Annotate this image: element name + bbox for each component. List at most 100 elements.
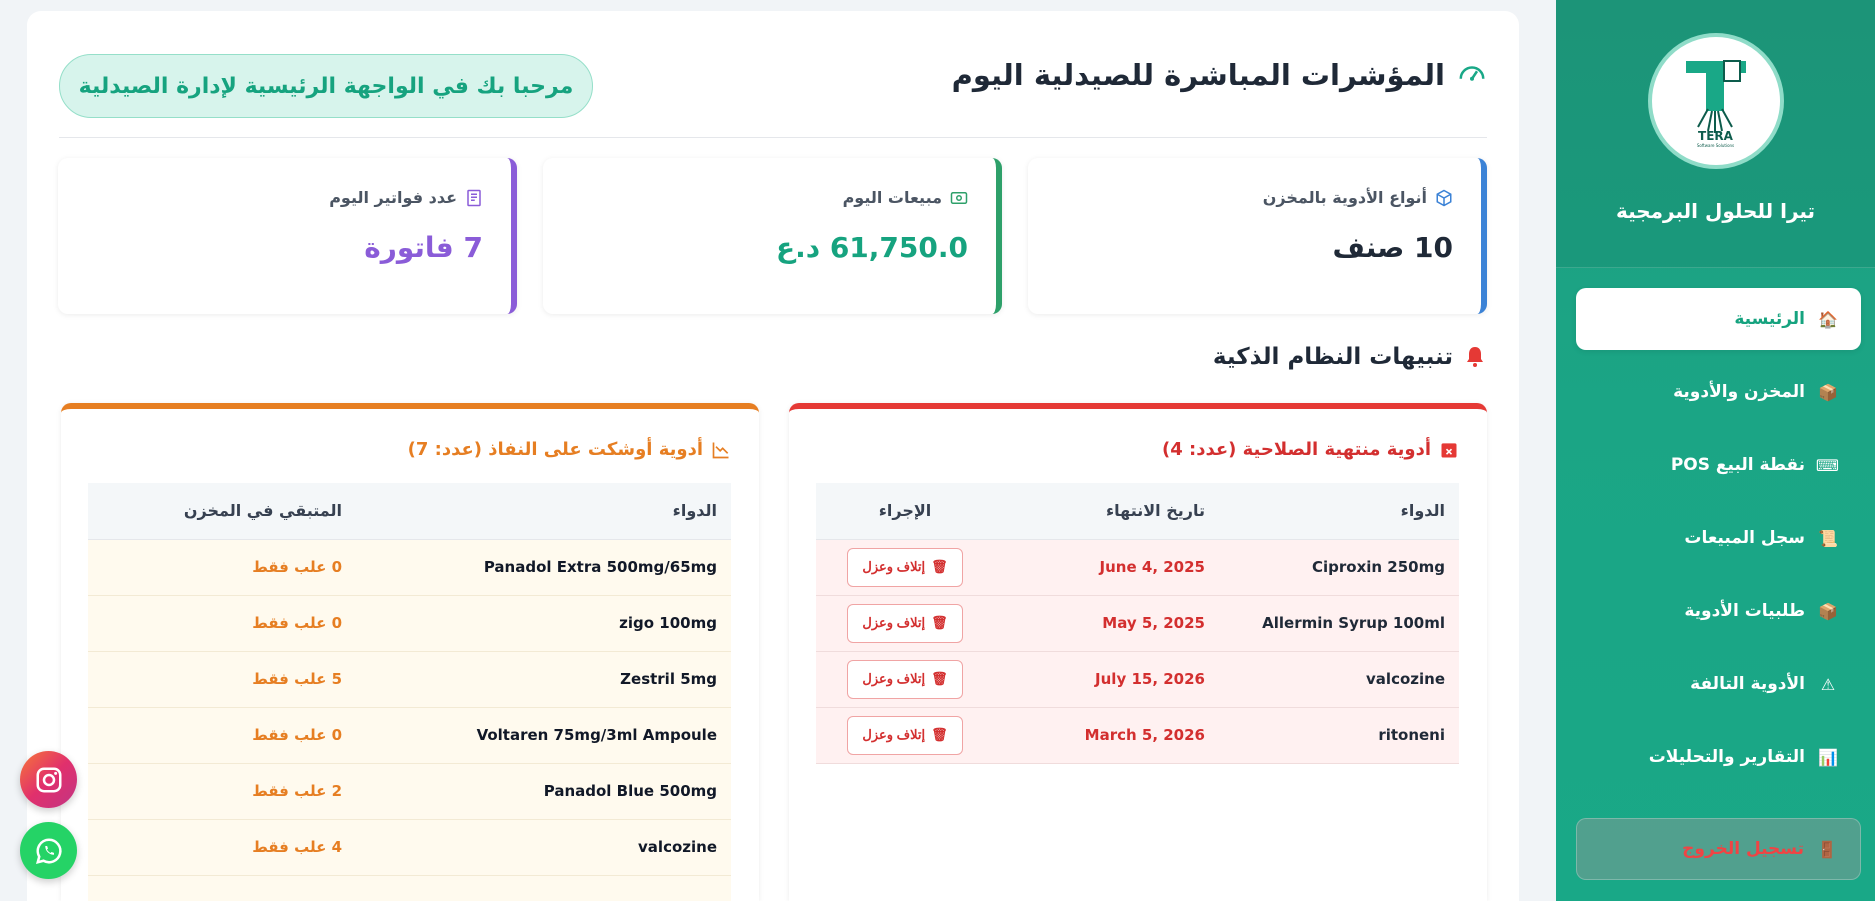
trash-icon: 🗑 [931,559,948,574]
column-header-remaining: المتبقي في المخزن [88,483,356,540]
low-stock-table: الدواء المتبقي في المخزن Panadol Extra 5… [88,483,731,901]
logout-button[interactable]: 🚪 تسجيل الخروج [1576,818,1861,880]
sidebar-item-label: نقطة البيع POS [1670,455,1805,475]
sidebar-header: TERA Software Solutions تيرا للحلول البر… [1556,0,1875,268]
speedometer-icon [1459,66,1485,81]
trending-down-icon [712,442,729,458]
sidebar-item-pos[interactable]: ⌨ نقطة البيع POS [1576,434,1861,496]
table-row: Panadol Blue 500mg 2 علب فقط [88,763,731,820]
stat-card-daily-invoices: عدد فواتير اليوم 7 فاتورة [58,158,517,314]
brand-logo: TERA Software Solutions [1647,33,1784,169]
stat-card-daily-sales: مبيعات اليوم 61,750.0 د.ع [543,158,1002,314]
trash-icon: 🗑 [931,727,948,742]
drug-name: ritoneni [1219,707,1459,764]
keyboard-icon: ⌨ [1815,455,1839,475]
package-icon: 📦 [1818,382,1838,402]
table-header-row: الدواء المتبقي في المخزن [88,483,731,540]
dashboard-header: المؤشرات المباشرة للصيدلية اليوم مرحبا ب… [59,36,1487,138]
cash-icon [950,191,968,204]
trash-icon: 🗑 [931,671,948,686]
sidebar-item-home[interactable]: 🏠 الرئيسية [1576,288,1861,350]
brand-name: تيرا للحلول البرمجية [1615,199,1816,223]
logo-text: TERA [1698,128,1733,143]
destroy-isolate-button[interactable]: 🗑 إتلاف وعزل [847,659,963,699]
stats-row: أنواع الأدوية بالمخزن 10 صنف مبيعات اليو… [58,158,1487,314]
column-header-expiry: تاريخ الانتهاء [994,483,1219,540]
bar-chart-icon: 📊 [1818,747,1838,767]
expired-panel-title: أدوية منتهية الصلاحية (عدد: 4) [817,439,1459,460]
stat-card-medicine-types: أنواع الأدوية بالمخزن 10 صنف [1028,158,1487,314]
instagram-icon [36,767,61,792]
sidebar-item-label: سجل المبيعات [1684,528,1805,548]
expired-panel-title-text: أدوية منتهية الصلاحية (عدد: 4) [1161,439,1431,460]
whatsapp-icon [35,837,62,864]
table-row: Voltaren 75mg/3ml Ampoule 0 علب فقط [88,707,731,764]
scroll-icon: 📜 [1818,528,1838,548]
low-stock-panel: أدوية أوشكت على النفاذ (عدد: 7) الدواء ا… [61,403,759,901]
whatsapp-button[interactable] [20,822,77,879]
remaining-qty: 5 علب فقط [88,651,356,708]
expired-medicines-panel: أدوية منتهية الصلاحية (عدد: 4) الدواء تا… [789,403,1487,901]
box-icon [1436,189,1452,206]
button-label: إتلاف وعزل [862,671,926,686]
remaining-qty: 0 علب فقط [88,539,356,596]
sidebar-item-label: طلبيات الأدوية [1684,601,1805,621]
stat-label: مبيعات اليوم [842,188,942,207]
drug-name: zigo 100mg [356,595,731,652]
remaining-qty: 4 علب فقط [88,819,356,876]
low-stock-panel-title: أدوية أوشكت على النفاذ (عدد: 7) [89,439,731,460]
sidebar-item-label: المخزن والأدوية [1673,382,1805,402]
calendar-x-icon [1441,442,1457,457]
package-icon: 📦 [1818,601,1838,621]
page-title: المؤشرات المباشرة للصيدلية اليوم [952,58,1487,92]
table-row: Zestril 5mg 5 علب فقط [88,651,731,708]
expiry-date: July 15, 2026 [994,651,1219,708]
alerts-section-title: تنبيهات النظام الذكية [1213,344,1487,370]
drug-name: Allermin Syrup 100ml [1219,595,1459,652]
tera-logo-icon [1685,59,1746,133]
sidebar-item-orders[interactable]: 📦 طلبيات الأدوية [1576,580,1861,642]
expired-table: الدواء تاريخ الانتهاء الإجراء Ciproxin 2… [816,483,1459,764]
table-row: Panadol Extra 500mg/65mg 0 علب فقط [88,539,731,596]
table-row: ritoneni March 5, 2026 🗑 إتلاف وعزل [816,707,1459,764]
low-stock-title-text: أدوية أوشكت على النفاذ (عدد: 7) [407,439,703,460]
bell-icon [1467,347,1483,367]
sidebar-item-damaged[interactable]: ⚠ الأدوية التالفة [1576,653,1861,715]
page-title-text: المؤشرات المباشرة للصيدلية اليوم [951,58,1445,92]
column-header-drug: الدواء [356,483,731,540]
stat-label: عدد فواتير اليوم [329,188,457,207]
drug-name: Panadol Extra 500mg/65mg [356,539,731,596]
logo-subtext: Software Solutions [1696,142,1735,148]
table-header-row: الدواء تاريخ الانتهاء الإجراء [816,483,1459,540]
button-label: إتلاف وعزل [862,559,926,574]
table-row: Ciproxin 250mg June 4, 2025 🗑 إتلاف وعزل [816,539,1459,596]
destroy-isolate-button[interactable]: 🗑 إتلاف وعزل [847,603,963,643]
remaining-qty: 2 علب فقط [88,763,356,820]
expiry-date: May 5, 2025 [994,595,1219,652]
drug-name: Panadol Blue 500mg [356,763,731,820]
remaining-qty: 0 علب فقط [88,595,356,652]
drug-name: Ciproxin 250mg [1219,539,1459,596]
drug-name: Zestril 5mg [356,651,731,708]
stat-label: أنواع الأدوية بالمخزن [1262,188,1427,207]
drug-name: Voltaren 75mg/3ml Ampoule [356,707,731,764]
door-icon: 🚪 [1817,839,1837,859]
trash-icon: 🗑 [931,615,948,630]
destroy-isolate-button[interactable]: 🗑 إتلاف وعزل [847,547,963,587]
table-row: valcozine July 15, 2026 🗑 إتلاف وعزل [816,651,1459,708]
sidebar-item-label: التقارير والتحليلات [1648,747,1805,767]
sidebar-item-reports[interactable]: 📊 التقارير والتحليلات [1576,726,1861,788]
house-icon: 🏠 [1818,309,1838,329]
remaining-qty: 0 علب فقط [88,707,356,764]
sidebar-item-inventory[interactable]: 📦 المخزن والأدوية [1576,361,1861,423]
destroy-isolate-button[interactable]: 🗑 إتلاف وعزل [847,715,963,755]
column-header-drug: الدواء [1219,483,1459,540]
welcome-banner: مرحبا بك في الواجهة الرئيسية لإدارة الصي… [59,54,593,118]
instagram-button[interactable] [20,751,77,808]
sidebar-nav: 🏠 الرئيسية 📦 المخزن والأدوية ⌨ نقطة البي… [1556,268,1875,880]
column-header-action: الإجراء [816,483,994,540]
sidebar-item-sales-log[interactable]: 📜 سجل المبيعات [1576,507,1861,569]
receipt-icon [467,189,481,206]
expiry-date: March 5, 2026 [994,707,1219,764]
stat-value: 61,750.0 د.ع [775,231,968,264]
